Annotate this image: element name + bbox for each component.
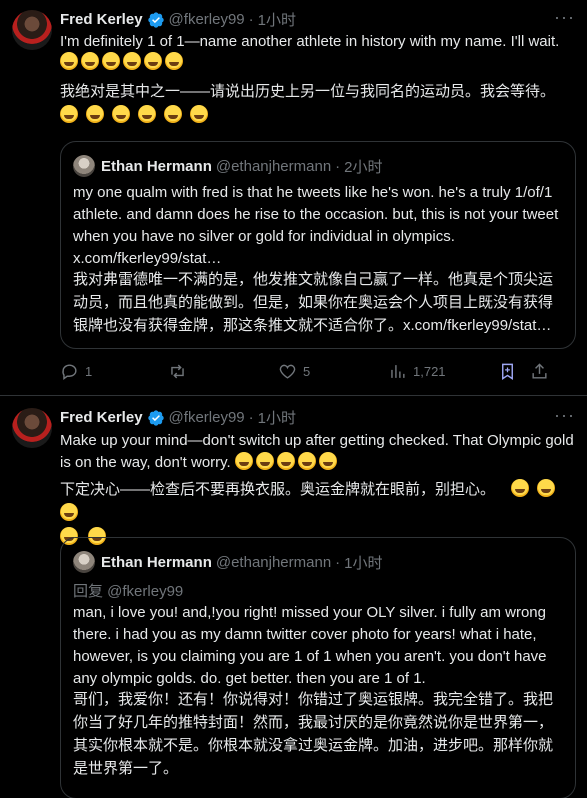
rofl-emoji-icon <box>165 52 183 70</box>
author-handle[interactable]: @fkerley99 <box>169 11 245 28</box>
share-icon <box>532 363 547 379</box>
quote-header: Ethan Hermann @ethanjhermann · 1小时 <box>73 551 383 573</box>
author-handle[interactable]: @fkerley99 <box>169 409 245 426</box>
bookmark-button[interactable] <box>498 362 523 381</box>
views-count: 1,721 <box>413 364 446 379</box>
reply-count: 1 <box>85 364 93 379</box>
quote-author-name: Ethan Hermann <box>101 553 212 571</box>
separator-dot: · <box>248 409 254 426</box>
retweet-icon <box>171 364 184 379</box>
grimace-emoji-icon <box>255 452 274 470</box>
tweet-header: Fred Kerley @fkerley99 · 1小时 <box>60 407 296 428</box>
salute-emoji-icon <box>60 503 78 521</box>
verified-badge-icon <box>147 409 164 426</box>
separator-dot: · <box>335 553 341 571</box>
separator-dot: · <box>335 157 341 175</box>
quote-timestamp: 1小时 <box>344 554 383 572</box>
tweet-text-zh: 我绝对是其中之一——请说出历史上另一位与我同名的运动员。我会等待。 <box>60 80 575 128</box>
tweet-text-zh-content: 我绝对是其中之一——请说出历史上另一位与我同名的运动员。我会等待。 <box>60 83 556 100</box>
reply-button[interactable]: 1 <box>60 362 92 381</box>
author-name[interactable]: Fred Kerley <box>60 11 143 28</box>
quote-author-handle: @ethanjhermann <box>215 157 332 175</box>
author-name[interactable]: Fred Kerley <box>60 409 143 426</box>
rofl-emoji-icon <box>123 52 141 70</box>
grimace-emoji-icon <box>537 479 556 497</box>
rofl-emoji-icon <box>86 105 104 123</box>
rofl-emoji-icon <box>102 52 120 70</box>
timestamp[interactable]: 1小时 <box>258 407 296 428</box>
views-chart-icon <box>391 365 405 378</box>
reply-icon <box>62 364 77 381</box>
rofl-emoji-icon <box>138 105 156 123</box>
rofl-emoji-icon <box>112 105 130 123</box>
timestamp[interactable]: 1小时 <box>258 9 296 30</box>
views-button[interactable]: 1,721 <box>388 362 446 381</box>
quote-author-handle: @ethanjhermann <box>215 553 332 571</box>
quote-text-en: my one qualm with fred is that he tweets… <box>73 184 559 267</box>
rofl-emoji-icon <box>164 105 182 123</box>
quote-reply-to: 回复 @fkerley99 <box>73 583 184 600</box>
action-bar: 1 5 1,721 <box>60 362 576 386</box>
quote-text-zh: 我对弗雷德唯一不满的是，他发推文就像自己赢了一样。他真是个顶尖运动员，而且他真的… <box>73 271 554 334</box>
quote-author-avatar <box>73 155 95 177</box>
rofl-emoji-icon <box>81 52 99 70</box>
verified-badge-icon <box>147 11 164 28</box>
rofl-emoji-icon <box>190 105 208 123</box>
tweet-text-zh-content: 下定决心——检查后不要再换衣服。奥运金牌就在眼前，别担心。 <box>60 481 496 498</box>
tweet-text-en-content: I'm definitely 1 of 1—name another athle… <box>60 33 560 50</box>
grimace-emoji-icon <box>234 452 253 470</box>
rofl-emoji-icon <box>144 52 162 70</box>
like-button[interactable]: 5 <box>278 362 310 381</box>
quote-author-avatar <box>73 551 95 573</box>
author-avatar[interactable] <box>12 408 52 448</box>
rofl-emoji-icon <box>60 52 78 70</box>
separator-dot: · <box>248 11 254 28</box>
quote-author-name: Ethan Hermann <box>101 157 212 175</box>
retweet-button[interactable] <box>168 362 193 381</box>
quote-text-en: man, i love you! and,!you right! missed … <box>73 604 547 687</box>
quote-timestamp: 2小时 <box>344 158 383 176</box>
salute-emoji-icon <box>276 452 295 470</box>
bookmark-icon <box>502 363 513 380</box>
tweet-2[interactable]: Fred Kerley @fkerley99 · 1小时 ··· Make up… <box>0 396 587 798</box>
author-avatar[interactable] <box>12 10 52 50</box>
grimace-emoji-icon <box>511 479 530 497</box>
shushing-emoji-icon <box>318 452 337 470</box>
more-options-icon[interactable]: ··· <box>554 405 575 426</box>
tweet-text-en: I'm definitely 1 of 1—name another athle… <box>60 32 575 73</box>
quoted-tweet[interactable]: Ethan Hermann @ethanjhermann · 2小时 my on… <box>60 141 576 349</box>
quoted-tweet[interactable]: Ethan Hermann @ethanjhermann · 1小时 回复 @f… <box>60 537 576 798</box>
quote-text-zh: 哥们，我爱你！还有！你说得对！你错过了奥运银牌。我完全错了。我把你当了好几年的推… <box>73 691 554 777</box>
tweet-1[interactable]: Fred Kerley @fkerley99 · 1小时 ··· I'm def… <box>0 0 587 395</box>
tweet-text-en-content: Make up your mind—don't switch up after … <box>60 432 574 471</box>
tweet-text-en: Make up your mind—don't switch up after … <box>60 430 575 474</box>
more-options-icon[interactable]: ··· <box>554 7 575 28</box>
shushing-emoji-icon <box>297 452 316 470</box>
heart-icon <box>279 364 296 379</box>
like-count: 5 <box>303 364 311 379</box>
tweet-header: Fred Kerley @fkerley99 · 1小时 <box>60 9 296 30</box>
quote-header: Ethan Hermann @ethanjhermann · 2小时 <box>73 155 383 177</box>
rofl-emoji-icon <box>60 105 78 123</box>
share-button[interactable] <box>530 362 555 381</box>
